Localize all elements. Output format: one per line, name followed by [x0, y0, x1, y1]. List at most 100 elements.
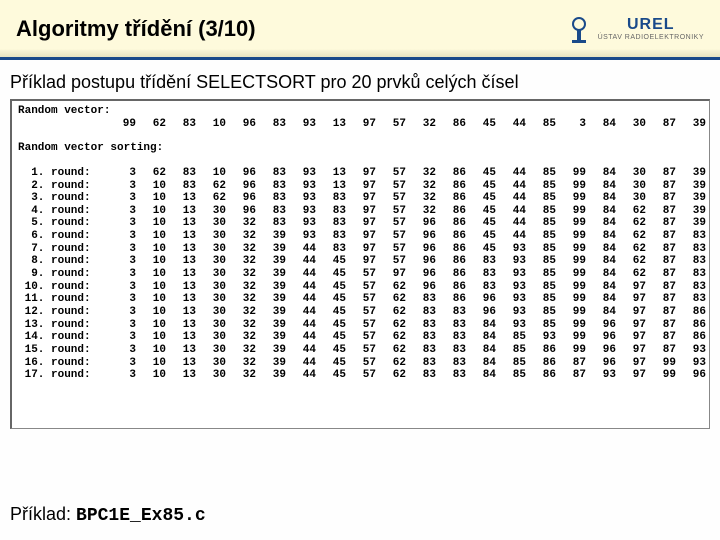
value-cell: 44: [286, 357, 316, 370]
value-cell: 10: [136, 180, 166, 193]
value-cell: 32: [226, 306, 256, 319]
value-cell: 83: [166, 180, 196, 193]
value-cell: 39: [256, 255, 286, 268]
value-cell: 97: [346, 230, 376, 243]
value-cell: 13: [316, 118, 346, 131]
value-cell: 93: [676, 344, 706, 357]
row-values: 310133032394445576283839693859984978786: [106, 306, 706, 319]
value-cell: 83: [256, 167, 286, 180]
row-label: 2. round:: [18, 180, 106, 193]
value-cell: 93: [586, 369, 616, 382]
value-cell: 44: [496, 230, 526, 243]
value-cell: 30: [196, 268, 226, 281]
value-cell: 87: [646, 255, 676, 268]
value-cell: 45: [466, 167, 496, 180]
value-cell: 96: [226, 118, 256, 131]
logo-icon: [566, 14, 592, 44]
value-cell: 96: [406, 217, 436, 230]
value-cell: 32: [226, 357, 256, 370]
row-values: 996283109683931397573286454485384308739: [106, 118, 706, 131]
value-cell: 39: [676, 217, 706, 230]
value-cell: 85: [496, 357, 526, 370]
value-cell: 62: [616, 230, 646, 243]
value-cell: 39: [256, 306, 286, 319]
value-cell: 3: [106, 306, 136, 319]
value-cell: 39: [256, 369, 286, 382]
row-label: 9. round:: [18, 268, 106, 281]
value-cell: 83: [256, 205, 286, 218]
value-cell: 85: [526, 192, 556, 205]
row-label: 8. round:: [18, 255, 106, 268]
value-cell: 85: [526, 180, 556, 193]
value-cell: 93: [286, 205, 316, 218]
value-cell: 62: [376, 293, 406, 306]
value-cell: 93: [286, 167, 316, 180]
value-cell: 96: [226, 167, 256, 180]
footer-prefix: Příklad:: [10, 504, 76, 524]
value-cell: 10: [136, 319, 166, 332]
value-cell: 85: [526, 306, 556, 319]
value-cell: 96: [586, 344, 616, 357]
value-cell: 44: [286, 369, 316, 382]
value-cell: 57: [376, 180, 406, 193]
value-cell: 87: [646, 306, 676, 319]
value-cell: 83: [676, 255, 706, 268]
value-cell: 45: [316, 255, 346, 268]
value-cell: 39: [256, 293, 286, 306]
footer-filename: BPC1E_Ex85.c: [76, 506, 206, 526]
value-cell: 30: [196, 369, 226, 382]
value-cell: 86: [526, 344, 556, 357]
value-cell: 45: [466, 217, 496, 230]
value-cell: 32: [406, 205, 436, 218]
value-cell: 86: [526, 369, 556, 382]
value-cell: 99: [556, 230, 586, 243]
value-cell: 13: [166, 205, 196, 218]
value-cell: 32: [226, 230, 256, 243]
value-cell: 83: [406, 306, 436, 319]
value-cell: 97: [346, 118, 376, 131]
value-cell: 99: [556, 205, 586, 218]
row-values: 310133032394445576283838485869996978793: [106, 344, 706, 357]
value-cell: 84: [466, 369, 496, 382]
value-cell: 57: [346, 331, 376, 344]
value-cell: 10: [196, 167, 226, 180]
value-cell: 97: [616, 369, 646, 382]
logo: UREL ÚSTAV RADIOELEKTRONIKY: [566, 14, 704, 44]
value-cell: 13: [166, 255, 196, 268]
row-label: 6. round:: [18, 230, 106, 243]
value-cell: 87: [646, 205, 676, 218]
value-cell: 86: [436, 268, 466, 281]
value-cell: 10: [136, 357, 166, 370]
value-cell: 96: [466, 293, 496, 306]
value-cell: 85: [526, 319, 556, 332]
value-cell: 10: [136, 192, 166, 205]
value-cell: 3: [106, 319, 136, 332]
value-cell: 83: [676, 230, 706, 243]
value-cell: 10: [136, 255, 166, 268]
value-cell: 30: [196, 217, 226, 230]
value-cell: 84: [586, 243, 616, 256]
value-cell: 44: [496, 180, 526, 193]
value-cell: 97: [616, 281, 646, 294]
value-cell: 57: [346, 281, 376, 294]
random-label: Random vector:: [18, 105, 703, 118]
value-cell: 45: [466, 192, 496, 205]
value-cell: 13: [166, 268, 196, 281]
value-cell: 57: [346, 369, 376, 382]
value-cell: 86: [676, 331, 706, 344]
value-cell: 10: [196, 118, 226, 131]
value-cell: 32: [406, 180, 436, 193]
value-cell: 3: [106, 255, 136, 268]
value-cell: 30: [196, 205, 226, 218]
value-cell: 3: [106, 357, 136, 370]
value-cell: 93: [286, 217, 316, 230]
value-cell: 87: [646, 293, 676, 306]
value-cell: 97: [346, 217, 376, 230]
row-values: 310133032394445576283838485939996978786: [106, 331, 706, 344]
row-label: 15. round:: [18, 344, 106, 357]
row-values: 310133096839383975732864544859984628739: [106, 205, 706, 218]
value-cell: 10: [136, 344, 166, 357]
value-cell: 93: [496, 293, 526, 306]
value-cell: 39: [676, 205, 706, 218]
value-cell: 93: [286, 118, 316, 131]
